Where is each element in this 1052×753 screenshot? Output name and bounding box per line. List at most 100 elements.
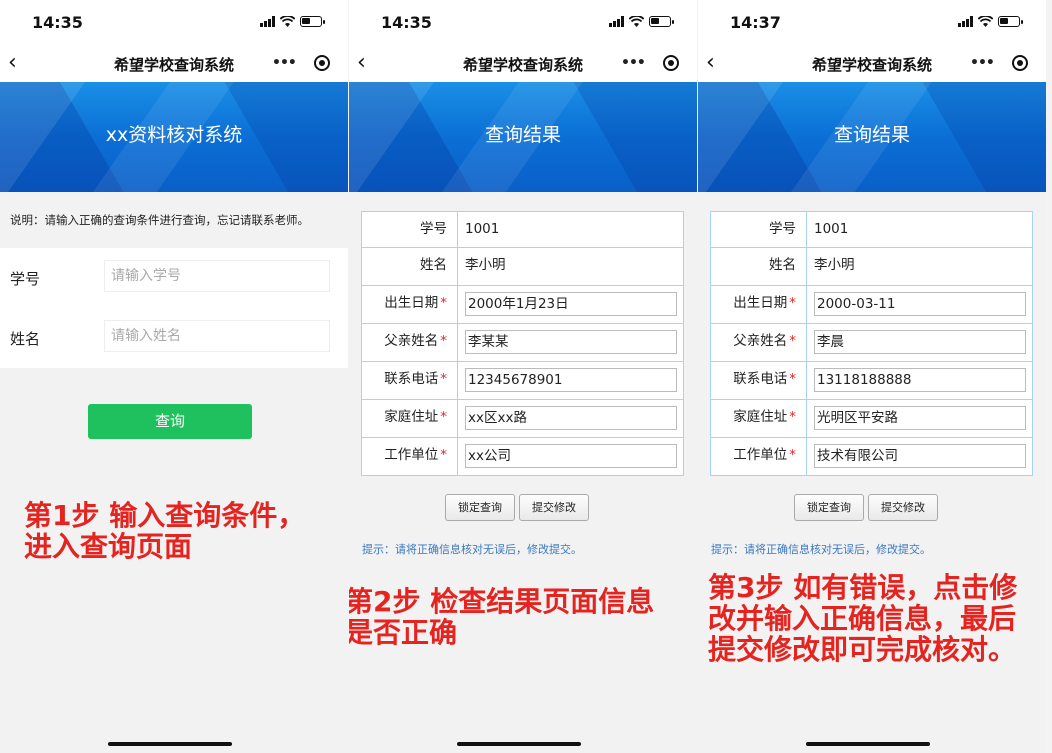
row-value-input[interactable]: xx区xx路	[465, 406, 677, 430]
name-input[interactable]: 请输入姓名	[104, 320, 330, 352]
nav-bar: ‹ 希望学校查询系统 •••	[0, 44, 348, 82]
table-row: 姓名 李小明	[362, 247, 683, 285]
step-caption: 第2步 检查结果页面信息 是否正确	[349, 586, 654, 648]
hint-text: 提示：请将正确信息核对无误后，修改提交。	[362, 543, 582, 556]
required-star: *	[789, 447, 796, 463]
caption-line: 第3步 如有错误，点击修	[708, 571, 1018, 604]
row-value-input[interactable]: 2000-03-11	[814, 292, 1026, 316]
required-star: *	[789, 409, 796, 425]
row-label: 父亲姓名	[733, 333, 788, 349]
row-label-cell: 姓名	[711, 248, 807, 285]
row-value-input[interactable]: 2000年1月23日	[465, 292, 677, 316]
caption-line: 提交修改即可完成核对。	[708, 633, 1017, 666]
table-row: 出生日期 * 2000年1月23日	[362, 285, 683, 323]
more-dots-icon[interactable]: •••	[272, 55, 297, 71]
caption-line: 改并输入正确信息，最后	[708, 602, 1017, 635]
table-row: 学号 1001	[711, 212, 1032, 247]
row-value-input[interactable]: 技术有限公司	[814, 444, 1026, 468]
row-label-cell: 学号	[711, 212, 807, 247]
more-dots-icon[interactable]: •••	[970, 55, 995, 71]
name-label: 姓名	[10, 330, 41, 348]
row-label-cell: 联系电话 *	[711, 362, 807, 399]
close-target-icon[interactable]	[663, 55, 679, 71]
status-time: 14:35	[32, 13, 83, 32]
row-value-input[interactable]: 13118188888	[814, 368, 1026, 392]
row-label-cell: 工作单位 *	[711, 438, 807, 475]
wifi-icon	[978, 16, 993, 27]
row-label: 学号	[420, 221, 447, 237]
row-value-input[interactable]: 李晨	[814, 330, 1026, 354]
wifi-icon	[629, 16, 644, 27]
row-label: 家庭住址	[384, 409, 439, 425]
required-star: *	[440, 371, 447, 387]
status-bar: 14:35	[349, 0, 697, 44]
mini-program-capsule: •••	[268, 52, 334, 74]
status-time: 14:35	[381, 13, 432, 32]
row-value: 1001	[814, 221, 849, 237]
cellular-signal-icon	[609, 16, 624, 27]
row-label-cell: 学号	[362, 212, 458, 247]
row-value-cell: 1001	[458, 212, 683, 247]
lock-query-button[interactable]: 锁定查询	[794, 494, 864, 521]
row-value-cell: xx区xx路	[458, 400, 683, 437]
row-label: 联系电话	[733, 371, 788, 387]
submit-changes-button[interactable]: 提交修改	[868, 494, 938, 521]
step-caption: 第1步 输入查询条件， 进入查询页面	[24, 500, 305, 562]
banner: 查询结果	[349, 82, 697, 192]
status-bar: 14:35	[0, 0, 348, 44]
row-value-input[interactable]: 12345678901	[465, 368, 677, 392]
row-value-cell: 13118188888	[807, 362, 1032, 399]
required-star: *	[789, 333, 796, 349]
row-value-cell: 2000年1月23日	[458, 286, 683, 323]
required-star: *	[789, 295, 796, 311]
instructions-text: 说明：请输入正确的查询条件进行查询，忘记请联系老师。	[10, 213, 309, 227]
result-table: 学号 1001 姓名 李小明 出生日期 * 2000-03-11 父亲姓名 * 李晨 联系电话 * 13…	[710, 211, 1033, 476]
student-id-input[interactable]: 请输入学号	[104, 260, 330, 292]
required-star: *	[789, 371, 796, 387]
phone-panel-result: 14:35 ‹ 希望学校查询系统 ••• 查询结果 学号 1001 姓名 李小明 出生日…	[349, 0, 697, 753]
lock-query-button[interactable]: 锁定查询	[445, 494, 515, 521]
row-label: 父亲姓名	[384, 333, 439, 349]
banner: 查询结果	[698, 82, 1046, 192]
form-row-name: 姓名 请输入姓名	[0, 308, 348, 368]
submit-changes-button[interactable]: 提交修改	[519, 494, 589, 521]
more-dots-icon[interactable]: •••	[621, 55, 646, 71]
required-star: *	[440, 295, 447, 311]
row-label-cell: 姓名	[362, 248, 458, 285]
row-label: 联系电话	[384, 371, 439, 387]
row-value-input[interactable]: 光明区平安路	[814, 406, 1026, 430]
row-value: 李小明	[465, 257, 506, 273]
query-button[interactable]: 查询	[88, 404, 252, 439]
table-row: 出生日期 * 2000-03-11	[711, 285, 1032, 323]
required-star: *	[440, 447, 447, 463]
required-star: *	[440, 409, 447, 425]
home-indicator	[806, 742, 930, 746]
row-value-input[interactable]: xx公司	[465, 444, 677, 468]
row-value-input[interactable]: 李某某	[465, 330, 677, 354]
battery-icon	[300, 16, 325, 27]
table-row: 联系电话 * 13118188888	[711, 361, 1032, 399]
cellular-signal-icon	[958, 16, 973, 27]
row-label: 学号	[769, 221, 796, 237]
row-label: 工作单位	[384, 447, 439, 463]
close-target-icon[interactable]	[314, 55, 330, 71]
row-value-cell: 技术有限公司	[807, 438, 1032, 475]
row-value-cell: 李小明	[458, 248, 683, 285]
battery-icon	[998, 16, 1023, 27]
row-value-cell: 光明区平安路	[807, 400, 1032, 437]
row-value-cell: 1001	[807, 212, 1032, 247]
table-row: 家庭住址 * 光明区平安路	[711, 399, 1032, 437]
row-value: 1001	[465, 221, 500, 237]
caption-line: 进入查询页面	[24, 530, 193, 563]
row-label-cell: 家庭住址 *	[362, 400, 458, 437]
phone-panel-query: 14:35 ‹ 希望学校查询系统 ••• xx资料核对系统 说明：请输入正确的查…	[0, 0, 348, 753]
row-label-cell: 家庭住址 *	[711, 400, 807, 437]
row-label: 工作单位	[733, 447, 788, 463]
close-target-icon[interactable]	[1012, 55, 1028, 71]
hint-text: 提示：请将正确信息核对无误后，修改提交。	[711, 543, 931, 556]
mini-program-capsule: •••	[617, 52, 683, 74]
table-row: 工作单位 * 技术有限公司	[711, 437, 1032, 475]
nav-bar: ‹ 希望学校查询系统 •••	[698, 44, 1046, 82]
row-label: 姓名	[420, 257, 447, 273]
row-value-cell: 李小明	[807, 248, 1032, 285]
